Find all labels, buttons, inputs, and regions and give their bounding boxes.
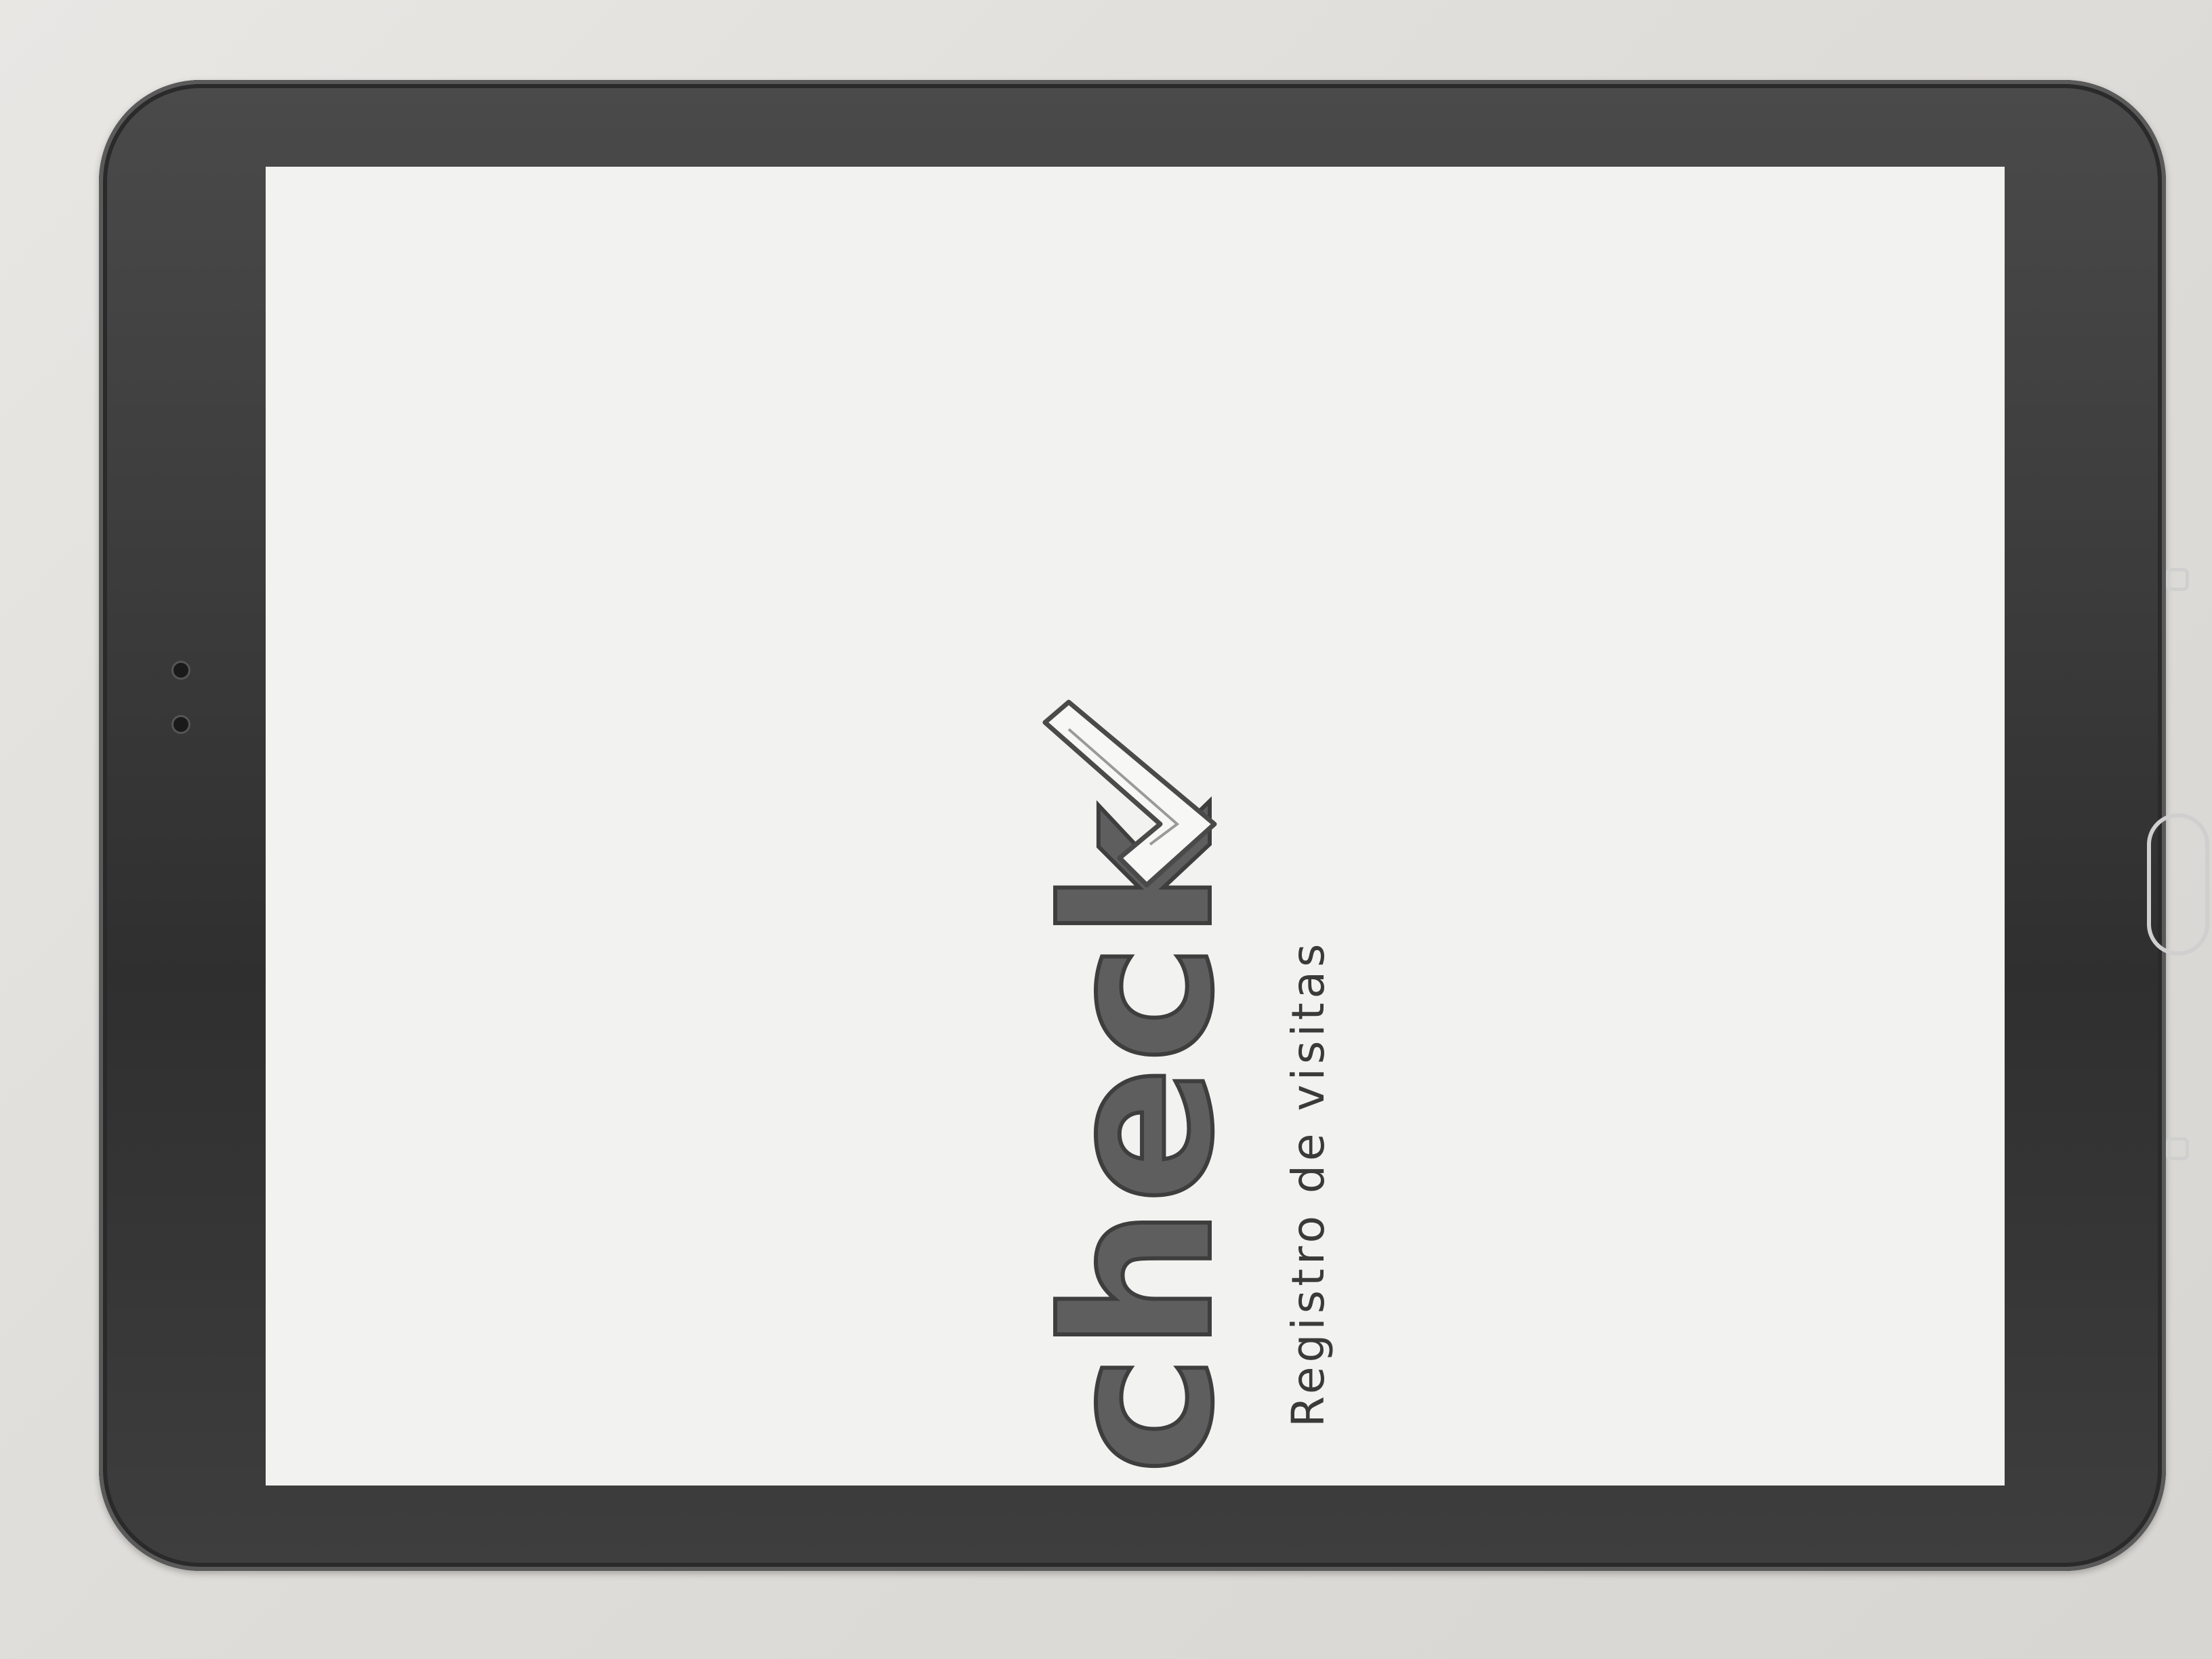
checkmark-icon bbox=[1042, 699, 1217, 888]
light-sensor-icon bbox=[173, 717, 188, 732]
app-subtitle: Registro de visitas bbox=[1282, 939, 1334, 1427]
back-key-icon[interactable] bbox=[2166, 568, 2189, 591]
recent-apps-key-icon[interactable] bbox=[2166, 1137, 2189, 1160]
home-button[interactable] bbox=[2147, 813, 2209, 956]
splash-logo: check Registro de visitas bbox=[1019, 655, 1377, 1486]
front-camera-icon bbox=[173, 663, 188, 678]
app-logo-text: check bbox=[1019, 800, 1260, 1477]
tablet-screen: check Registro de visitas bbox=[266, 167, 2005, 1486]
